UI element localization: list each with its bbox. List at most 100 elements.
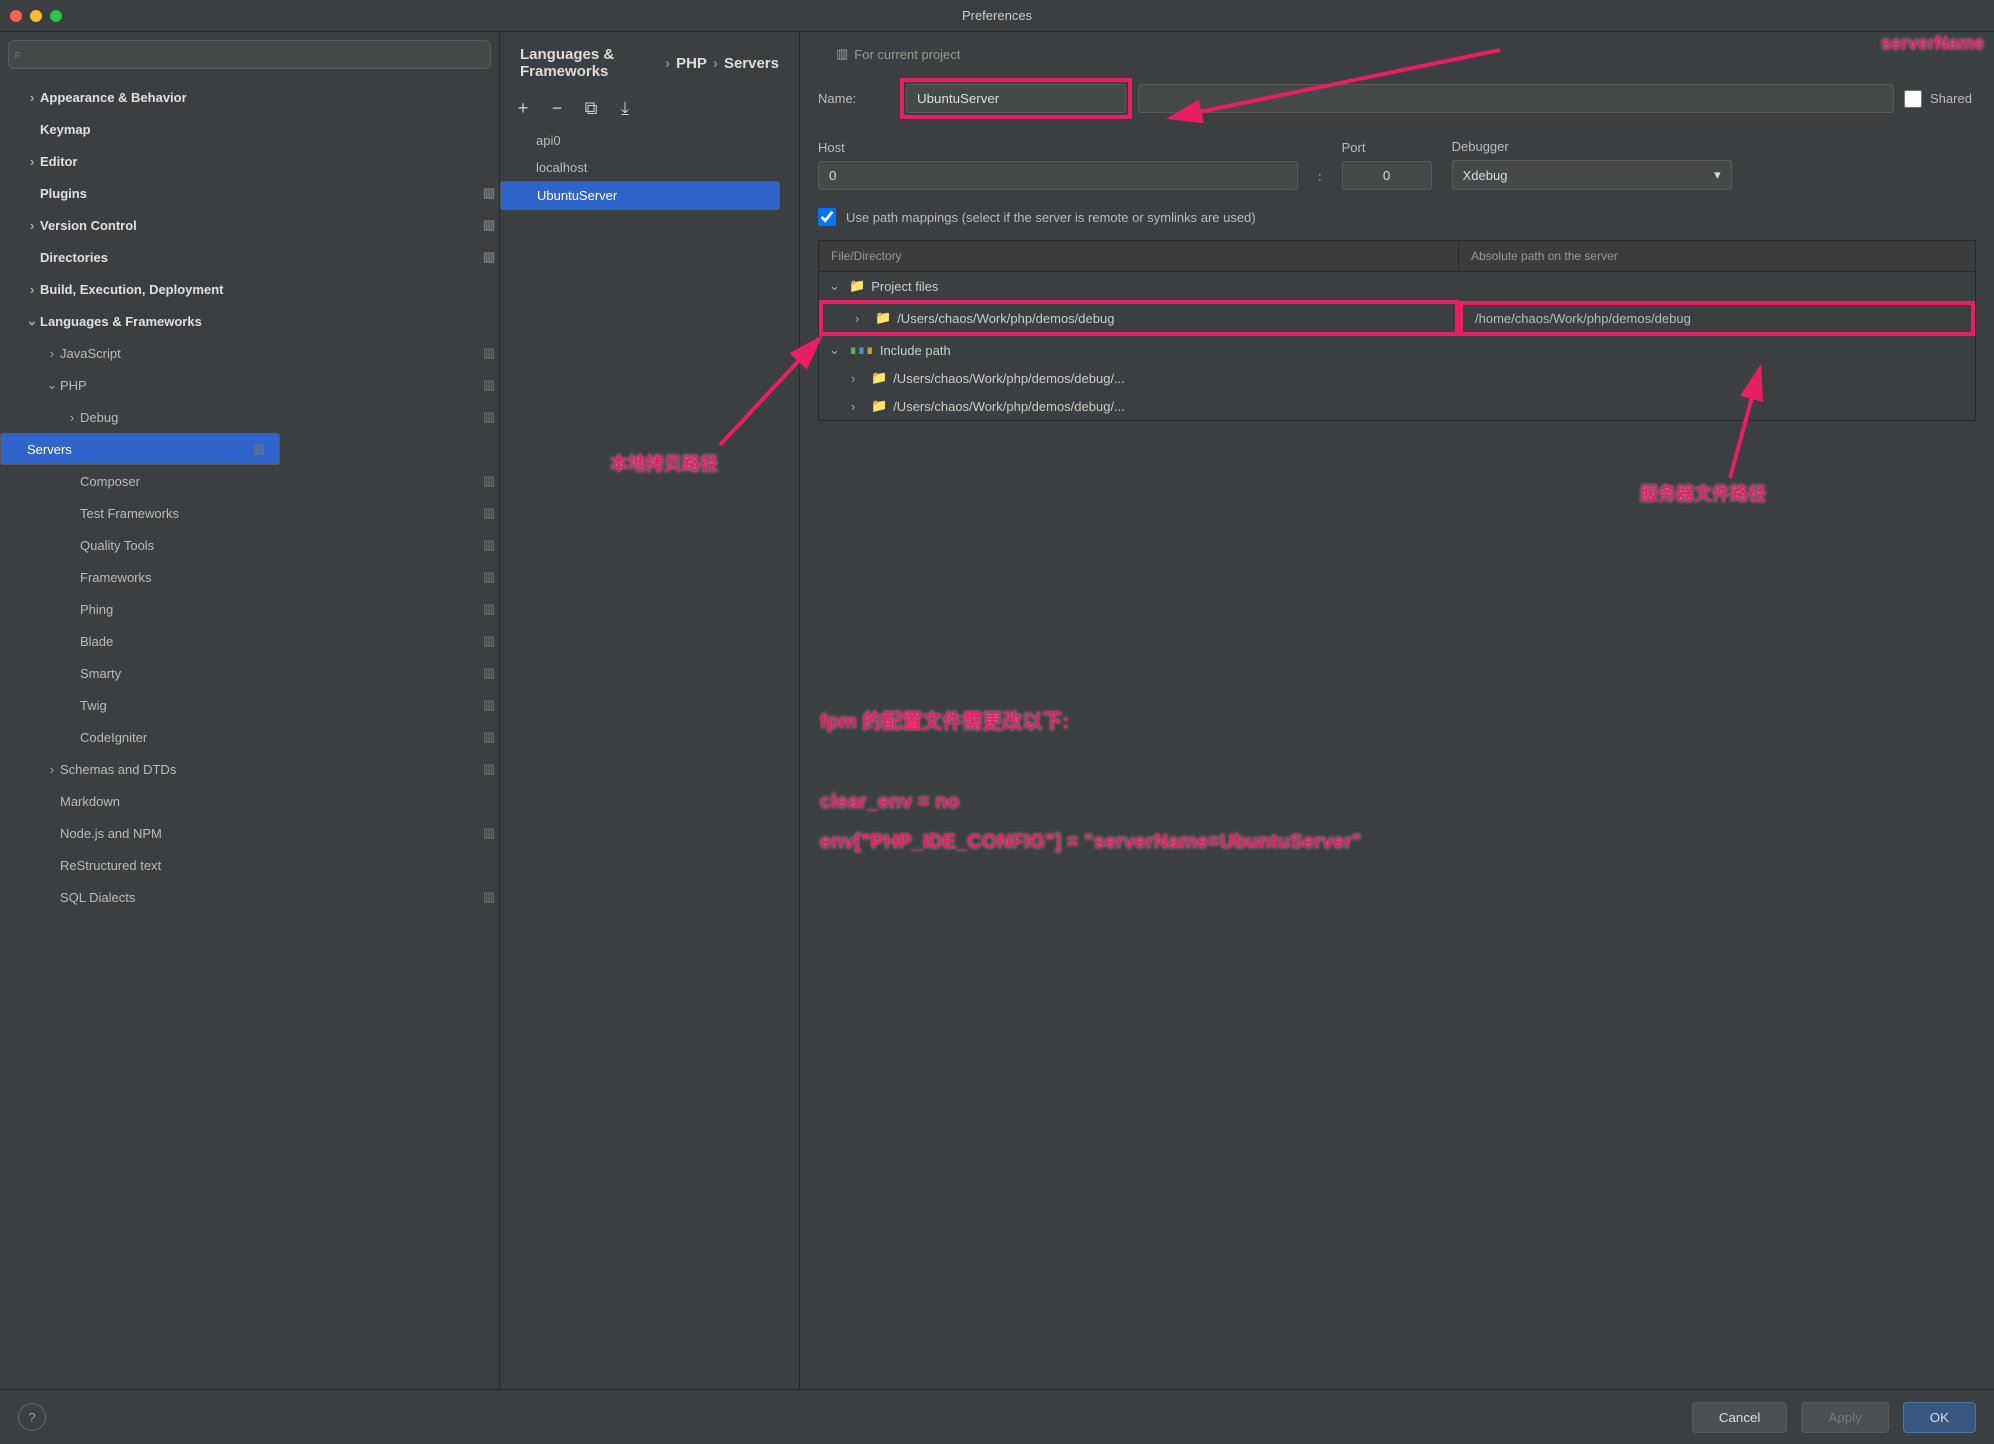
chevron-icon: ⌄ — [44, 377, 60, 393]
nav-item-schemas-and-dtds[interactable]: ›Schemas and DTDs▥ — [0, 753, 499, 785]
path-mappings-check-input[interactable] — [818, 208, 836, 226]
titlebar: Preferences — [0, 0, 1994, 32]
shared-checkbox[interactable]: Shared — [1904, 90, 1976, 108]
settings-nav: ⌕ ›Appearance & Behavior Keymap ›EditorPlu… — [0, 32, 500, 1389]
nav-label: Servers — [27, 442, 249, 457]
project-scope-icon: ▥ — [479, 473, 499, 489]
project-scope-icon: ▥ — [479, 249, 499, 265]
folder-icon: 📁 — [875, 310, 891, 326]
chevron-icon: › — [24, 90, 40, 105]
search-icon: ⌕ — [14, 46, 21, 62]
window-title: Preferences — [962, 8, 1032, 23]
nav-item-php[interactable]: ⌄PHP▥ — [0, 369, 499, 401]
nav-item-appearance-behavior[interactable]: ›Appearance & Behavior — [0, 81, 499, 113]
include-path-icon: ∎∎∎ — [849, 342, 874, 358]
nav-item-javascript[interactable]: ›JavaScript▥ — [0, 337, 499, 369]
absolute-path-cell[interactable] — [1459, 280, 1975, 292]
mapping-row[interactable]: ›📁/Users/chaos/Work/php/demos/debug/... — [819, 364, 1975, 392]
breadcrumb-part[interactable]: Servers — [724, 55, 779, 72]
absolute-path-cell[interactable] — [1459, 344, 1975, 356]
breadcrumb-part[interactable]: PHP — [676, 55, 707, 72]
chevron-icon: › — [44, 762, 60, 777]
project-scope-icon: ▥ — [479, 409, 499, 425]
minimize-icon[interactable] — [30, 10, 42, 22]
nav-item-build-execution-deployment[interactable]: ›Build, Execution, Deployment — [0, 273, 499, 305]
path-text: /Users/chaos/Work/php/demos/debug/... — [893, 371, 1125, 386]
help-icon[interactable]: ? — [18, 1403, 46, 1431]
absolute-path-cell[interactable] — [1459, 372, 1975, 384]
absolute-path-cell[interactable] — [1459, 400, 1975, 412]
nav-label: Quality Tools — [80, 538, 479, 553]
shared-check-input[interactable] — [1904, 90, 1922, 108]
nav-item-markdown[interactable]: Markdown — [0, 785, 499, 817]
name-label: Name: — [818, 91, 890, 106]
nav-label: Frameworks — [80, 570, 479, 585]
nav-label: JavaScript — [60, 346, 479, 361]
close-icon[interactable] — [10, 10, 22, 22]
zoom-icon[interactable] — [50, 10, 62, 22]
nav-item-editor[interactable]: ›Editor — [0, 145, 499, 177]
nav-label: Test Frameworks — [80, 506, 479, 521]
cancel-button[interactable]: Cancel — [1692, 1402, 1788, 1433]
apply-button[interactable]: Apply — [1801, 1402, 1888, 1433]
nav-item-debug[interactable]: ›Debug▥ — [0, 401, 499, 433]
dialog-footer: ? Cancel Apply OK — [0, 1389, 1994, 1444]
nav-label: Keymap — [40, 122, 479, 137]
nav-item-directories[interactable]: Directories▥ — [0, 241, 499, 273]
folder-icon: 📁 — [849, 278, 865, 294]
nav-item-phing[interactable]: Phing▥ — [0, 593, 499, 625]
nav-item-twig[interactable]: Twig▥ — [0, 689, 499, 721]
server-item-api0[interactable]: api0 — [500, 127, 799, 154]
server-editor: ▥ For current project Name: Shared Host … — [800, 32, 1994, 1389]
path-mappings-checkbox[interactable]: Use path mappings (select if the server … — [818, 208, 1976, 226]
server-item-ubuntuserver[interactable]: UbuntuServer — [500, 181, 780, 210]
ok-button[interactable]: OK — [1903, 1402, 1976, 1433]
nav-item-test-frameworks[interactable]: Test Frameworks▥ — [0, 497, 499, 529]
nav-label: SQL Dialects — [60, 890, 479, 905]
copy-icon[interactable]: ⧉ — [580, 98, 602, 119]
name-input[interactable] — [906, 84, 1126, 113]
mapping-row[interactable]: ›📁/Users/chaos/Work/php/demos/debug/home… — [819, 300, 1975, 336]
name-input-extend[interactable] — [1138, 84, 1894, 113]
annotation-fpm: fpm 的配置文件需更改以下: clear_env = no env["PHP_… — [820, 702, 1361, 862]
chevron-icon: › — [851, 371, 865, 386]
nav-item-codeigniter[interactable]: CodeIgniter▥ — [0, 721, 499, 753]
path-text: /Users/chaos/Work/php/demos/debug — [897, 311, 1114, 326]
host-input[interactable] — [818, 161, 1298, 190]
server-item-localhost[interactable]: localhost — [500, 154, 799, 181]
mapping-row[interactable]: ⌄📁Project files — [819, 272, 1975, 300]
mapping-row[interactable]: ⌄∎∎∎Include path — [819, 336, 1975, 364]
nav-item-restructured-text[interactable]: ReStructured text — [0, 849, 499, 881]
project-scope-icon: ▥ — [479, 825, 499, 841]
add-icon[interactable]: + — [512, 98, 534, 119]
breadcrumb-part[interactable]: Languages & Frameworks — [520, 46, 659, 80]
nav-item-servers[interactable]: Servers▥ — [0, 433, 280, 465]
chevron-icon: ⌄ — [829, 278, 843, 294]
list-toolbar: + − ⧉ ⤓ — [500, 94, 799, 127]
debugger-select[interactable]: Xdebug ▾ — [1452, 160, 1732, 190]
remove-icon[interactable]: − — [546, 98, 568, 119]
nav-item-plugins[interactable]: Plugins▥ — [0, 177, 499, 209]
nav-item-languages-frameworks[interactable]: ⌄Languages & Frameworks — [0, 305, 499, 337]
import-icon[interactable]: ⤓ — [614, 98, 636, 119]
absolute-path-cell[interactable]: /home/chaos/Work/php/demos/debug — [1459, 301, 1975, 336]
nav-item-sql-dialects[interactable]: SQL Dialects▥ — [0, 881, 499, 913]
breadcrumb: Languages & Frameworks › PHP › Servers — [500, 32, 799, 94]
nav-item-frameworks[interactable]: Frameworks▥ — [0, 561, 499, 593]
nav-item-quality-tools[interactable]: Quality Tools▥ — [0, 529, 499, 561]
annotation-box — [900, 78, 1132, 119]
path-text: /Users/chaos/Work/php/demos/debug/... — [893, 399, 1125, 414]
nav-item-composer[interactable]: Composer▥ — [0, 465, 499, 497]
nav-item-version-control[interactable]: ›Version Control▥ — [0, 209, 499, 241]
mapping-row[interactable]: ›📁/Users/chaos/Work/php/demos/debug/... — [819, 392, 1975, 420]
port-input[interactable] — [1342, 161, 1432, 190]
nav-item-blade[interactable]: Blade▥ — [0, 625, 499, 657]
nav-item-node-js-and-npm[interactable]: Node.js and NPM▥ — [0, 817, 499, 849]
nav-item-keymap[interactable]: Keymap — [0, 113, 499, 145]
project-scope-icon: ▥ — [479, 377, 499, 393]
nav-label: Version Control — [40, 218, 479, 233]
search-input[interactable] — [8, 40, 491, 69]
project-scope-icon: ▥ — [479, 185, 499, 201]
nav-item-smarty[interactable]: Smarty▥ — [0, 657, 499, 689]
window-controls — [10, 10, 62, 22]
